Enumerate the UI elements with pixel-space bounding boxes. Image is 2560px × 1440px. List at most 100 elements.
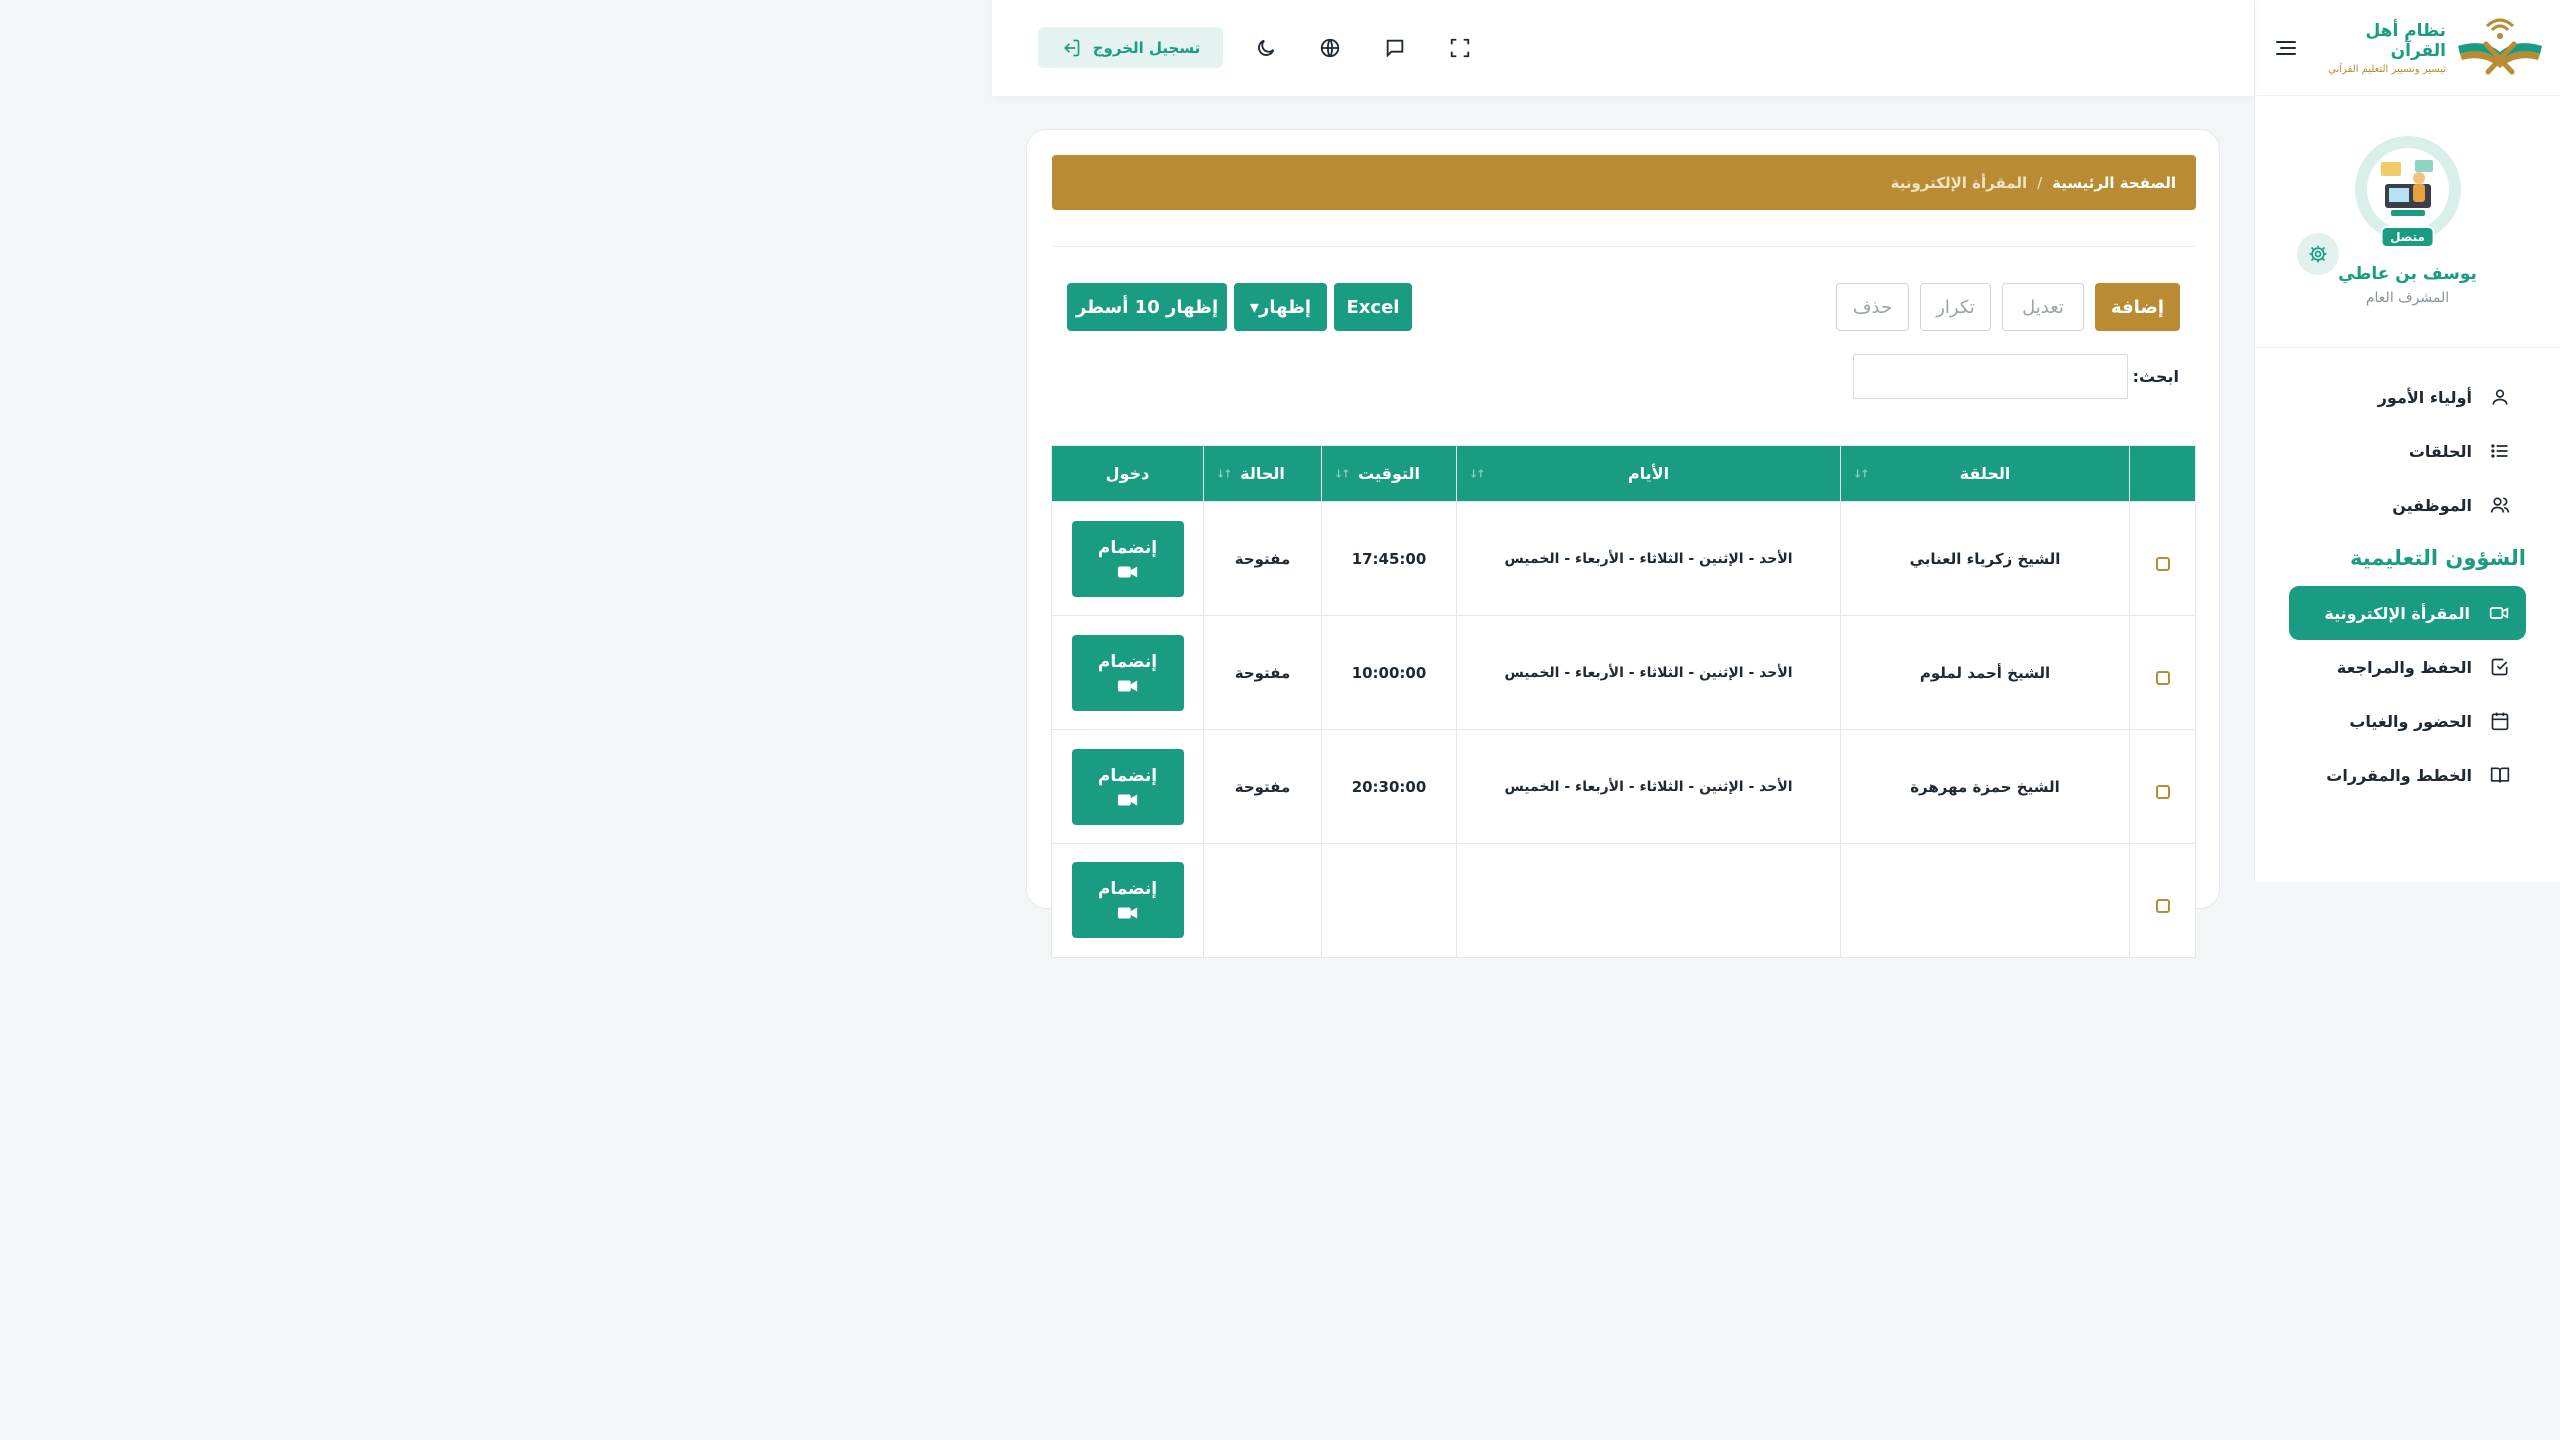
fullscreen-icon <box>1450 38 1470 58</box>
sidebar-item-label: الموظفين <box>2392 495 2472 515</box>
column-header-time[interactable]: التوقيت ↑↓ <box>1321 445 1457 502</box>
chat-icon <box>1386 39 1404 58</box>
sidebar-section-title: الشؤون التعليمية <box>2350 546 2526 570</box>
sidebar-item-plans[interactable]: الخطط والمقررات <box>2255 748 2560 802</box>
divider <box>1052 246 2196 247</box>
profile-settings-button[interactable] <box>2297 233 2339 275</box>
quran-logo-icon <box>2458 18 2542 74</box>
top-bar: تسجيل الخروج <box>992 0 2254 96</box>
sort-icon: ↑↓ <box>1216 467 1233 480</box>
sidebar-item-parents[interactable]: أولياء الأمور <box>2255 370 2560 424</box>
brand-header: نظام أهل القرآن تيسير وتسيير التعليم الق… <box>2255 0 2560 96</box>
gear-icon <box>2309 245 2327 263</box>
row-checkbox[interactable] <box>2155 898 2170 913</box>
sort-icon: ↑↓ <box>1334 467 1351 480</box>
sidebar-item-label: الحلقات <box>2408 441 2472 461</box>
cell-days: الأحد - الإثنين - الثلاثاء - الأربعاء - … <box>1456 501 1841 616</box>
cell-circle: الشيخ أحمد لملوم <box>1840 615 2130 730</box>
globe-icon <box>1320 38 1340 58</box>
list-icon <box>2491 444 2508 458</box>
sidebar-item-circles[interactable]: الحلقات <box>2255 424 2560 478</box>
column-visibility-button[interactable]: إظهار▾ <box>1234 283 1327 331</box>
add-button[interactable]: إضافة <box>2095 283 2180 331</box>
edit-button[interactable]: تعديل <box>2002 283 2084 331</box>
sidebar-item-attendance[interactable]: الحضور والغياب <box>2255 694 2560 748</box>
brand-title: نظام أهل القرآن <box>2365 20 2447 61</box>
language-button[interactable] <box>1317 35 1343 61</box>
profile-role: المشرف العام <box>2365 290 2450 306</box>
hamburger-icon <box>2275 40 2296 55</box>
search-input[interactable] <box>1853 354 2128 399</box>
join-button[interactable]: إنضمام <box>1071 862 1184 938</box>
row-checkbox[interactable] <box>2155 670 2170 685</box>
avatar-illustration-icon <box>2380 160 2433 216</box>
sidebar-item-label: أولياء الأمور <box>2377 387 2472 407</box>
video-icon <box>2489 607 2509 619</box>
sidebar-item-e-maqraa[interactable]: المقرأة الإلكترونية <box>2289 586 2526 640</box>
join-button[interactable]: إنضمام <box>1071 634 1184 711</box>
sort-icon: ↑↓ <box>1469 467 1486 480</box>
sidebar-item-employees[interactable]: الموظفين <box>2255 478 2560 532</box>
video-camera-icon <box>1117 566 1137 577</box>
delete-button[interactable]: حذف <box>1836 283 1909 331</box>
sort-icon: ↑↓ <box>1853 467 1870 480</box>
duplicate-button[interactable]: تكرار <box>1920 283 1991 331</box>
dark-mode-button[interactable] <box>1253 35 1279 61</box>
breadcrumb-separator: / <box>2037 173 2043 192</box>
cell-time <box>1321 843 1457 958</box>
avatar[interactable]: متصل <box>2354 136 2461 248</box>
sidebar-item-label: الحفظ والمراجعة <box>2336 657 2472 677</box>
cell-status: مفتوحة <box>1203 615 1322 730</box>
cell-time: 20:30:00 <box>1321 729 1457 844</box>
search-label: ابحث: <box>2132 367 2179 386</box>
users-icon <box>2490 497 2510 513</box>
cell-circle: الشيخ حمزة مهرهرة <box>1840 729 2130 844</box>
row-checkbox[interactable] <box>2155 784 2170 799</box>
sidebar-item-memorization[interactable]: الحفظ والمراجعة <box>2255 640 2560 694</box>
column-header-days[interactable]: الأيام ↑↓ <box>1456 445 1841 502</box>
brand-subtitle: تيسير وتسيير التعليم القرآني <box>2328 63 2446 75</box>
column-header-circle[interactable]: الحلقة ↑↓ <box>1840 445 2130 502</box>
logout-icon <box>1063 39 1080 56</box>
table-row: الشيخ أحمد لملوم الأحد - الإثنين - الثلا… <box>1051 615 2196 730</box>
fullscreen-button[interactable] <box>1447 35 1473 61</box>
sidebar-item-label: الحضور والغياب <box>2349 711 2472 731</box>
logout-button[interactable]: تسجيل الخروج <box>1038 27 1223 68</box>
video-camera-icon <box>1117 680 1137 691</box>
book-icon <box>2490 767 2510 783</box>
cell-days: الأحد - الإثنين - الثلاثاء - الأربعاء - … <box>1456 615 1841 730</box>
messages-button[interactable] <box>1382 35 1408 61</box>
row-checkbox[interactable] <box>2155 556 2170 571</box>
column-header-status[interactable]: الحالة ↑↓ <box>1203 445 1322 502</box>
cell-days: الأحد - الإثنين - الثلاثاء - الأربعاء - … <box>1456 729 1841 844</box>
select-all-header <box>2129 445 2196 502</box>
join-button[interactable]: إنضمام <box>1071 748 1184 825</box>
table-header-row: الحلقة ↑↓ الأيام ↑↓ التوقيت ↑↓ الحالة ↑↓ دخو… <box>1051 445 2196 502</box>
page-length-button[interactable]: إظهار 10 أسطر <box>1067 283 1227 331</box>
column-header-enter: دخول <box>1051 445 1204 502</box>
sidebar: نظام أهل القرآن تيسير وتسيير التعليم الق… <box>2254 0 2560 882</box>
sidebar-item-label: الخطط والمقررات <box>2326 765 2472 785</box>
main-card: الصفحة الرئيسية / المقرأة الإلكترونية إض… <box>1026 129 2220 958</box>
cell-days <box>1456 843 1841 958</box>
join-button[interactable]: إنضمام <box>1071 520 1184 597</box>
table-row: الشيخ حمزة مهرهرة الأحد - الإثنين - الثل… <box>1051 729 2196 844</box>
online-status-badge: متصل <box>2380 226 2435 248</box>
breadcrumb-home-link[interactable]: الصفحة الرئيسية <box>2052 174 2176 192</box>
cell-time: 10:00:00 <box>1321 615 1457 730</box>
logout-label: تسجيل الخروج <box>1092 38 1201 57</box>
video-camera-icon <box>1117 907 1137 919</box>
breadcrumb-current: المقرأة الإلكترونية <box>1890 173 2028 192</box>
cell-status: مفتوحة <box>1203 729 1322 844</box>
sidebar-item-label: المقرأة الإلكترونية <box>2324 603 2470 623</box>
table-row: إنضمام <box>1051 843 2196 958</box>
cell-status: مفتوحة <box>1203 501 1322 616</box>
cell-time: 17:45:00 <box>1321 501 1457 616</box>
calendar-icon <box>2491 712 2509 731</box>
breadcrumb: الصفحة الرئيسية / المقرأة الإلكترونية <box>1052 155 2196 210</box>
user-profile: متصل يوسف بن عاطي المشرف العام <box>2255 96 2560 348</box>
cell-circle <box>1840 843 2130 958</box>
menu-toggle-button[interactable] <box>2273 34 2300 62</box>
excel-export-button[interactable]: Excel <box>1334 283 1412 331</box>
sessions-table: الحلقة ↑↓ الأيام ↑↓ التوقيت ↑↓ الحالة ↑↓ دخو… <box>1051 445 2196 958</box>
